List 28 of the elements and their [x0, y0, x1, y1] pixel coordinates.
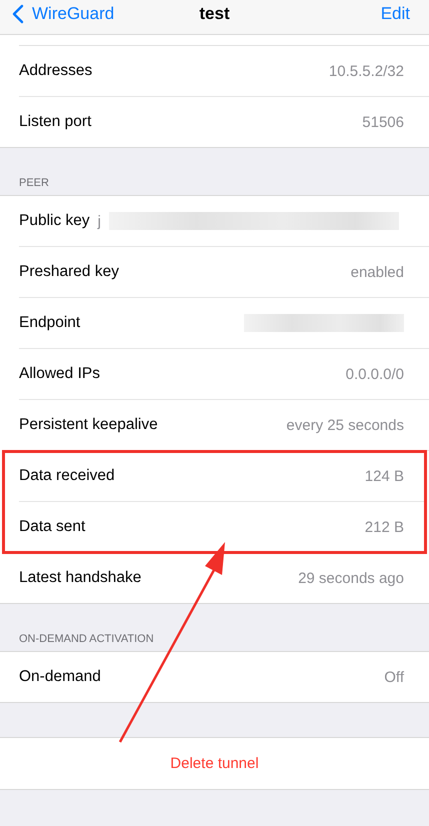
- row-label: Endpoint: [19, 314, 80, 332]
- row-value: 212 B: [364, 518, 404, 536]
- row-value: 51506: [362, 114, 404, 130]
- section-header: PEER: [19, 177, 49, 189]
- section-header: ON-DEMAND ACTIVATION: [19, 633, 154, 645]
- row-label: Latest handshake: [19, 569, 142, 587]
- row-label: On-demand: [19, 668, 101, 686]
- row-value: enabled: [350, 264, 404, 280]
- row-value: 124 B: [364, 468, 404, 484]
- row-value: every 25 seconds: [286, 416, 404, 434]
- row-label: Allowed IPs: [19, 365, 100, 383]
- row-label: Public key: [19, 212, 90, 230]
- row-label: Data received: [19, 467, 115, 485]
- row-label: Preshared key: [19, 263, 119, 281]
- row-value: 29 seconds ago: [298, 570, 404, 586]
- row-label: Persistent keepalive: [19, 416, 158, 434]
- row-label: Addresses: [19, 62, 92, 80]
- back-button[interactable]: WireGuard: [12, 4, 114, 24]
- delete-tunnel-button[interactable]: Delete tunnel: [0, 737, 429, 790]
- edit-button[interactable]: Edit: [380, 4, 410, 24]
- row-value: 0.0.0.0/0: [346, 366, 404, 382]
- row-value: j: [98, 212, 101, 230]
- row-value: 10.5.5.2/32: [328, 62, 404, 80]
- nav-title: test: [199, 4, 230, 24]
- row-label: Data sent: [19, 518, 86, 536]
- row-value: Off: [384, 668, 404, 686]
- chevron-left-icon: [12, 4, 24, 24]
- row-label: Listen port: [19, 113, 92, 131]
